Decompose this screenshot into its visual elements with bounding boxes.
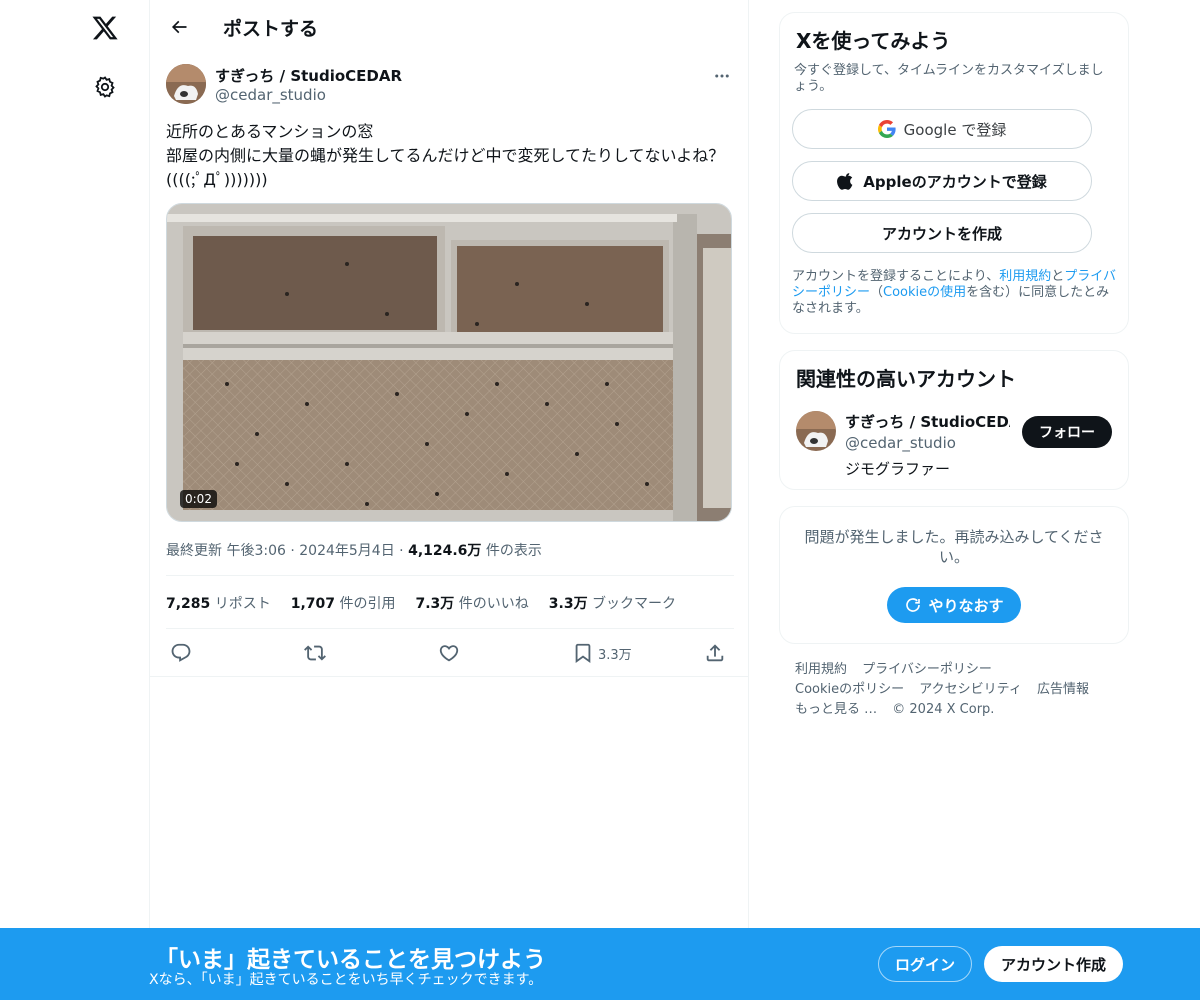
repost-icon — [304, 645, 326, 661]
heart-icon — [439, 645, 459, 662]
terms-notice: アカウントを登録することにより、利用規約とプライバシーポリシー（Cookieの使… — [792, 269, 1117, 316]
signup-title: Xを使ってみよう — [796, 29, 951, 53]
share-button[interactable] — [704, 637, 726, 669]
post-time[interactable]: 午後3:06 — [226, 543, 285, 559]
apple-signup-label: Appleのアカウントで登録 — [863, 172, 1047, 191]
bookmark-icon — [575, 643, 591, 664]
bookmark-button[interactable]: 3.3万 — [572, 637, 632, 669]
post-text: 近所のとあるマンションの窓 部屋の内側に大量の蝿が発生してるんだけど中で変死して… — [166, 122, 725, 189]
post-meta: 最終更新 午後3:06 · 2024年5月4日 · 4,124.6万 件の表示 — [166, 540, 542, 560]
error-card: 問題が発生しました。再読み込みしてください。 やりなおす — [779, 506, 1129, 644]
meta-separator: · — [290, 543, 295, 559]
google-signup-label: Google で登録 — [903, 120, 1007, 139]
footer-privacy-link[interactable]: プライバシーポリシー — [862, 662, 992, 677]
footer-links: 利用規約 プライバシーポリシー Cookieのポリシー アクセシビリティ 広告情… — [795, 660, 1125, 720]
signup-button[interactable]: アカウント作成 — [984, 946, 1123, 982]
author-handle[interactable]: @cedar_studio — [215, 86, 326, 104]
main-column: ポストする すぎっち / StudioCEDAR @cedar_studio 近… — [149, 0, 749, 1000]
bookmarks-stat[interactable]: 3.3万 ブックマーク — [549, 593, 676, 613]
login-button[interactable]: ログイン — [878, 946, 972, 982]
like-button[interactable] — [438, 637, 460, 669]
apple-signup-button[interactable]: Appleのアカウントで登録 — [792, 161, 1092, 201]
refresh-icon — [906, 598, 921, 612]
video-duration: 0:02 — [180, 490, 217, 508]
footer-terms-link[interactable]: 利用規約 — [795, 662, 847, 677]
related-accounts-card: 関連性の高いアカウント すぎっち / StudioCEDAR @cedar_st… — [779, 350, 1129, 490]
signup-subtitle: 今すぐ登録して、タイムラインをカスタマイズしましょう。 — [794, 63, 1104, 94]
x-logo-icon[interactable] — [85, 8, 125, 48]
views-label: 件の表示 — [485, 543, 542, 559]
avatar[interactable] — [166, 64, 206, 104]
retry-button[interactable]: やりなおす — [887, 587, 1021, 623]
cookie-link[interactable]: Cookieの使用 — [883, 285, 966, 300]
post-actions: 3.3万 — [166, 637, 734, 669]
google-signup-button[interactable]: Google で登録 — [792, 109, 1092, 149]
footer-more-link[interactable]: もっと見る … — [795, 702, 877, 717]
google-icon — [877, 120, 896, 138]
footer-cookie-link[interactable]: Cookieのポリシー — [795, 682, 904, 697]
create-account-label: アカウントを作成 — [881, 224, 1002, 243]
post-video[interactable]: 0:02 — [166, 203, 732, 522]
avatar[interactable] — [796, 411, 836, 451]
video-thumbnail — [167, 204, 731, 521]
footer-accessibility-link[interactable]: アクセシビリティ — [919, 682, 1022, 697]
related-handle[interactable]: @cedar_studio — [845, 434, 956, 452]
post-author: すぎっち / StudioCEDAR @cedar_studio — [166, 64, 734, 108]
reply-icon — [171, 643, 191, 662]
related-bio: ジモグラファー — [845, 460, 951, 478]
divider — [150, 676, 748, 677]
quotes-stat[interactable]: 1,707 件の引用 — [291, 593, 396, 613]
footer-ads-link[interactable]: 広告情報 — [1037, 682, 1089, 697]
related-title: 関連性の高いアカウント — [796, 367, 1016, 391]
gear-icon[interactable] — [85, 67, 125, 107]
page-title: ポストする — [223, 18, 319, 40]
reply-button[interactable] — [170, 637, 192, 669]
post-stats: 7,285 リポスト 1,707 件の引用 7.3万 件のいいね 3.3万 ブッ… — [166, 593, 676, 613]
related-name[interactable]: すぎっち / StudioCEDAR — [845, 411, 1010, 432]
divider — [166, 628, 734, 629]
terms-link[interactable]: 利用規約 — [999, 269, 1051, 284]
more-options-icon[interactable] — [710, 64, 734, 88]
meta-separator: · — [399, 543, 404, 559]
divider — [166, 575, 734, 576]
error-message: 問題が発生しました。再読み込みしてください。 — [804, 528, 1104, 566]
post-date[interactable]: 2024年5月4日 — [299, 543, 394, 559]
footer-copyright: © 2024 X Corp. — [892, 702, 995, 717]
arrow-left-icon — [171, 20, 187, 34]
bottom-bar-subtitle: Xなら、「いま」起きていることをいち早くチェックできます。 — [149, 972, 543, 988]
back-button[interactable] — [162, 10, 196, 44]
create-account-button[interactable]: アカウントを作成 — [792, 213, 1092, 253]
repost-button[interactable] — [304, 637, 326, 669]
likes-stat[interactable]: 7.3万 件のいいね — [416, 593, 529, 613]
bookmark-count: 3.3万 — [598, 647, 632, 663]
apple-icon — [837, 173, 853, 190]
retry-label: やりなおす — [928, 596, 1004, 615]
updated-label: 最終更新 — [166, 543, 222, 559]
reposts-stat[interactable]: 7,285 リポスト — [166, 593, 271, 613]
share-icon — [706, 644, 724, 662]
follow-button[interactable]: フォロー — [1022, 416, 1112, 448]
signup-card: Xを使ってみよう 今すぐ登録して、タイムラインをカスタマイズしましょう。 Goo… — [779, 12, 1129, 334]
left-nav — [0, 0, 150, 1000]
author-name[interactable]: すぎっち / StudioCEDAR — [215, 65, 402, 86]
bottom-signup-bar: 「いま」起きていることを見つけよう Xなら、「いま」起きていることをいち早くチェ… — [0, 928, 1200, 1000]
views-count: 4,124.6万 — [408, 543, 482, 559]
